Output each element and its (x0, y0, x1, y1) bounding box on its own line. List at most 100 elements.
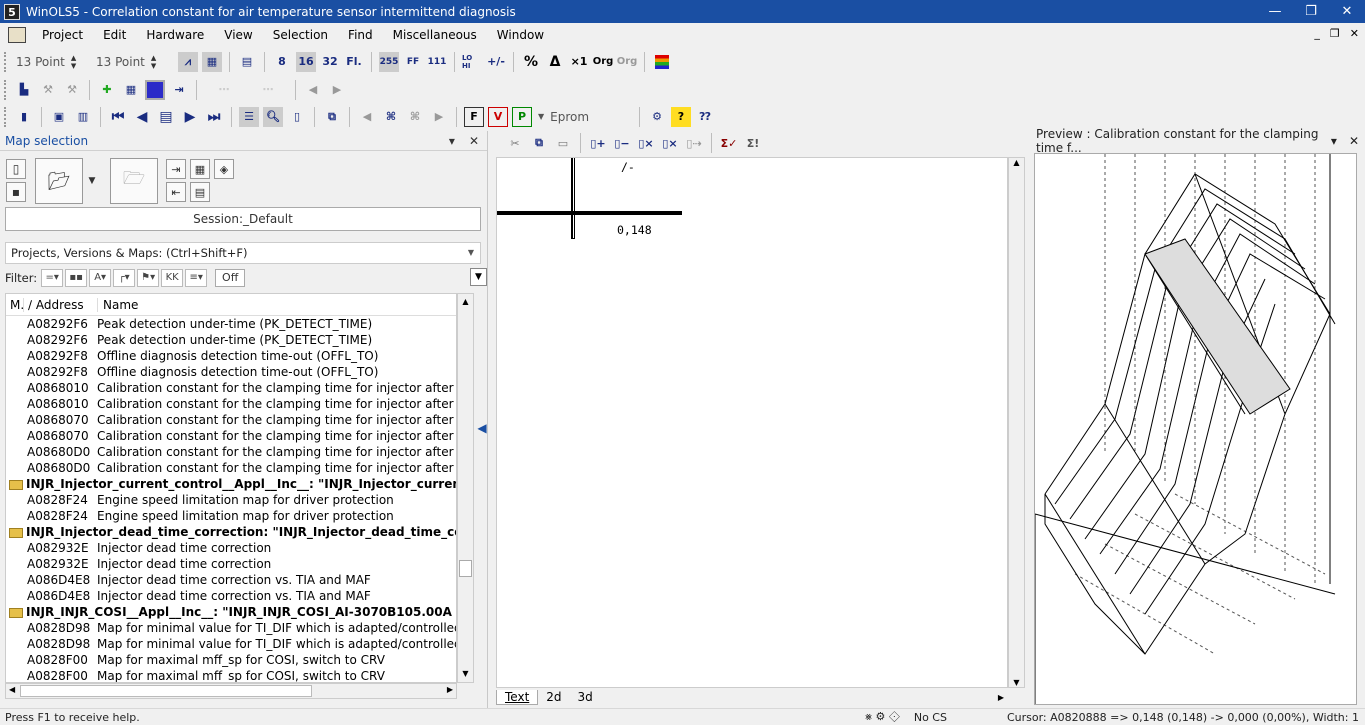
menu-selection[interactable]: Selection (263, 28, 338, 42)
save-icon[interactable]: ▪ (6, 182, 26, 202)
mdi-minimize-button[interactable]: _ (1314, 27, 1320, 40)
back-icon[interactable]: ◀ (357, 107, 377, 127)
menu-find[interactable]: Find (338, 28, 383, 42)
eprom-combo[interactable]: ▼ Eprom (534, 107, 634, 127)
hscroll-thumb[interactable] (20, 685, 312, 697)
preview-menu-icon[interactable]: ▾ (1331, 134, 1337, 148)
bit-16-button[interactable]: 16 (296, 51, 316, 72)
close-button[interactable]: ✕ (1329, 4, 1365, 19)
scroll-icon[interactable]: ▯ (287, 107, 307, 127)
lohi-button[interactable]: LO HI (462, 52, 482, 72)
map-group-row[interactable]: INJR_INJR_COSI__Appl__Inc__: "INJR_INJR_… (6, 604, 456, 620)
session-field[interactable]: Session:_Default (5, 207, 481, 231)
map-row[interactable]: A08680D0 Calibration constant for the cla… (6, 444, 456, 460)
delete-row-icon[interactable]: ▯× (660, 133, 680, 153)
delta-button[interactable]: Δ (545, 52, 565, 72)
filter-lines-icon[interactable]: ≡▾ (185, 269, 208, 287)
filter-off-button[interactable]: Off (215, 269, 246, 287)
maximize-button[interactable]: ❐ (1293, 4, 1329, 19)
panel-splitter[interactable]: ◀ (476, 402, 488, 454)
map-row[interactable]: A0828F00 Map for maximal mff_sp for COSI,… (6, 652, 456, 668)
forward-icon[interactable]: ▶ (429, 107, 449, 127)
add-map-icon[interactable]: ✚ (97, 80, 117, 100)
menu-hardware[interactable]: Hardware (136, 28, 214, 42)
open-dropdown-icon[interactable]: ▼ (84, 158, 100, 204)
text-view-vscrollbar[interactable]: ▲ ▼ (1008, 157, 1025, 688)
font-size-combo-2[interactable]: 13 Point ▲ ▼ (92, 52, 176, 72)
original-button[interactable]: Org (593, 52, 614, 72)
remove-col-icon[interactable]: ▯− (612, 133, 632, 153)
layout-icon[interactable]: ▥ (73, 107, 93, 127)
chip-icon[interactable]: ▮ (14, 107, 34, 127)
panel-menu-icon[interactable]: ▾ (449, 134, 455, 148)
filter-bracket-icon[interactable]: ┌▾ (113, 269, 136, 287)
filter-flag-icon[interactable]: ⚑▾ (137, 269, 160, 287)
sign-button[interactable]: +/- (486, 52, 506, 72)
menu-project[interactable]: Project (32, 28, 93, 42)
import-map-icon[interactable]: ⇥ (166, 159, 186, 179)
map-grid-icon[interactable]: ▦ (190, 159, 210, 179)
scroll-thumb[interactable] (459, 560, 472, 577)
panel-close-icon[interactable]: ✕ (469, 134, 479, 148)
menu-view[interactable]: View (214, 28, 262, 42)
filter-kk-icon[interactable]: KK (161, 269, 184, 287)
first-icon[interactable]: ⏮ (108, 107, 128, 127)
map-row[interactable]: A08292F8 Offline diagnosis detection time… (6, 364, 456, 380)
paste-icon[interactable]: ▭ (553, 133, 573, 153)
filter-dots-icon[interactable]: ▪▪ (65, 269, 88, 287)
map-row[interactable]: A08292F8 Offline diagnosis detection time… (6, 348, 456, 364)
menu-window[interactable]: Window (487, 28, 554, 42)
cut-icon[interactable]: ✂ (505, 133, 525, 153)
map-row[interactable]: A0828F24 Engine speed limitation map for … (6, 508, 456, 524)
original-compare-button[interactable]: Org (617, 52, 638, 72)
copy-col-icon[interactable]: ▯⇢ (684, 133, 704, 153)
map-text-editor[interactable]: /- 0,148 (496, 157, 1008, 688)
bit-8-button[interactable]: 8 (272, 52, 292, 72)
search-dropdown-icon[interactable]: ▼ (468, 243, 474, 263)
f-button[interactable]: F (464, 106, 484, 127)
export-icon[interactable]: ⇤ (166, 182, 186, 202)
import-icon[interactable]: ⧉ (322, 107, 342, 127)
app-icon[interactable]: 5 (4, 3, 20, 20)
map-3d-icon[interactable]: ◈ (214, 159, 234, 179)
properties-icon[interactable]: ▤ (190, 182, 210, 202)
map-group-row[interactable]: INJR_Injector_current_control__Appl__Inc… (6, 476, 456, 492)
document-icon[interactable] (8, 27, 26, 43)
scroll-right-icon[interactable]: ▶ (447, 685, 453, 694)
tools-icon[interactable]: ⚒ (62, 80, 82, 100)
map-row[interactable]: A08292F6 Peak detection under-time (PK_DE… (6, 316, 456, 332)
map-list[interactable]: M. ∕ Address Name A08292F6 Peak detection… (5, 293, 457, 683)
tab-2d[interactable]: 2d (538, 690, 569, 704)
grid-dropdown-icon[interactable]: ▦ (121, 80, 141, 100)
next-icon[interactable]: ▶ (180, 107, 200, 127)
map-row[interactable]: A0828F00 Map for maximal mff_sp for COSI,… (6, 668, 456, 682)
map-row[interactable]: A08292F6 Peak detection under-time (PK_DE… (6, 332, 456, 348)
map-value-cell[interactable]: 0,148 (617, 223, 652, 237)
mdi-close-button[interactable]: ✕ (1350, 27, 1359, 40)
map-row[interactable]: A08680D0 Calibration constant for the cla… (6, 460, 456, 476)
new-project-icon[interactable]: ▯ (6, 159, 26, 179)
context-help-icon[interactable]: ⁇ (695, 107, 715, 127)
bit-32-button[interactable]: 32 (320, 52, 340, 72)
font-size-combo-1[interactable]: 13 Point ▲ ▼ (12, 52, 92, 72)
filter-dropdown-icon[interactable]: ▼ (470, 268, 487, 286)
float-button[interactable]: Fl. (344, 52, 364, 72)
scroll-down-icon[interactable]: ▼ (458, 666, 473, 682)
sum-check-icon[interactable]: Σ✓ (719, 133, 739, 153)
scroll-up-icon[interactable]: ▲ (458, 294, 473, 310)
mdi-restore-button[interactable]: ❐ (1330, 27, 1340, 40)
preview-close-icon[interactable]: ✕ (1349, 134, 1359, 148)
copy-icon[interactable]: ⧉ (529, 133, 549, 153)
minimize-button[interactable]: — (1257, 4, 1293, 19)
delete-col-icon[interactable]: ▯× (636, 133, 656, 153)
map-row[interactable]: A0868070 Calibration constant for the cla… (6, 428, 456, 444)
map-row[interactable]: A0868010 Calibration constant for the cla… (6, 396, 456, 412)
percent-button[interactable]: % (521, 52, 541, 72)
binoculars-icon[interactable]: ⌘ (381, 107, 401, 127)
map-list-vscrollbar[interactable]: ▲ ▼ (457, 293, 474, 683)
hex-grid-icon[interactable]: ▦ (202, 51, 222, 72)
last-icon[interactable]: ⏭ (204, 107, 224, 127)
text-scroll-down-icon[interactable]: ▼ (1009, 678, 1024, 687)
prev-icon[interactable]: ◀ (132, 107, 152, 127)
insert-col-icon[interactable]: ▯+ (588, 133, 608, 153)
